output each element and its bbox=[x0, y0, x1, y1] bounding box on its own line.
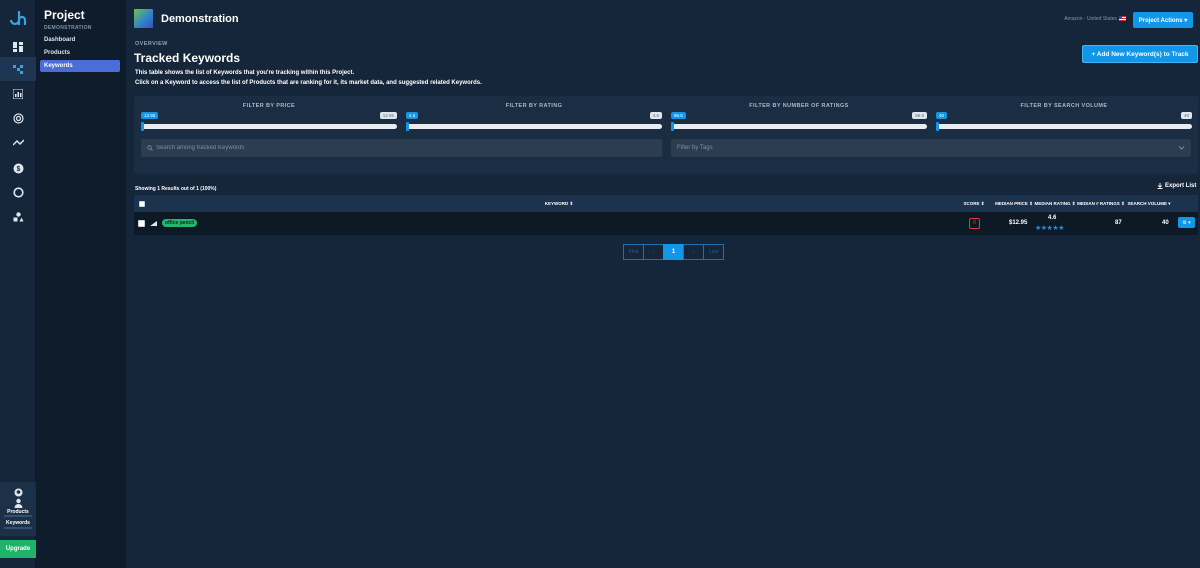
slider-track[interactable] bbox=[936, 124, 1192, 129]
page-title: Tracked Keywords bbox=[134, 51, 241, 65]
bar-chart-icon[interactable] bbox=[10, 86, 26, 102]
projects-icon[interactable] bbox=[0, 57, 36, 81]
ratings-count-filter: FILTER BY NUMBER OF RATINGS 86.5 86.5 bbox=[671, 96, 927, 136]
marketplace-indicator[interactable]: Amazon - United States bbox=[1064, 16, 1126, 22]
sidebar-title: Project bbox=[44, 8, 85, 22]
chevron-down-icon bbox=[1178, 146, 1185, 150]
slider-max-value: 86.5 bbox=[912, 112, 927, 119]
dashboard-icon[interactable] bbox=[10, 39, 26, 55]
slider-min-value: 86.5 bbox=[671, 112, 686, 119]
search-icon bbox=[147, 145, 153, 151]
results-count: Showing 1 Results out of 1 (100%) bbox=[135, 186, 217, 192]
keywords-usage-bar bbox=[4, 527, 32, 529]
add-keywords-button[interactable]: + Add New Keyword(s) to Track bbox=[1082, 45, 1198, 63]
project-thumbnail bbox=[134, 9, 153, 28]
marketplace-label: Amazon - United States bbox=[1064, 16, 1117, 22]
median-price-cell: $12.95 bbox=[1009, 220, 1028, 226]
tags-select[interactable]: Filter by Tags bbox=[671, 139, 1191, 157]
rating-stars: ★★★★★ bbox=[1035, 225, 1064, 232]
slider-max-value: 4.6 bbox=[649, 112, 662, 119]
sidebar-item-dashboard[interactable]: Dashboard bbox=[40, 34, 120, 46]
project-name: Demonstration bbox=[161, 13, 239, 25]
circle-icon[interactable] bbox=[10, 184, 26, 200]
page-first-button[interactable]: First bbox=[623, 244, 644, 260]
col-median-ratings[interactable]: MEDIAN # RATINGS ⇕ bbox=[1076, 195, 1126, 212]
slider-min-value: 12.95 bbox=[141, 112, 159, 119]
keyword-badge[interactable]: office pencil bbox=[162, 219, 198, 227]
median-rating-cell: 4.6 bbox=[1048, 215, 1057, 221]
col-keyword[interactable]: KEYWORD ⇕ bbox=[514, 195, 604, 212]
slider-handle[interactable] bbox=[141, 122, 144, 131]
slider-track[interactable] bbox=[406, 124, 662, 129]
table-row[interactable]: office pencil 0 $12.95 4.6 ★★★★★ 87 40 ⚙… bbox=[134, 212, 1198, 235]
description-line-1: This table shows the list of Keywords th… bbox=[135, 70, 355, 76]
pagination: First ‹ 1 › Last bbox=[623, 244, 724, 260]
export-list-button[interactable]: Export List bbox=[1157, 183, 1196, 189]
sidebar-subtitle: DEMONSTRATION bbox=[44, 25, 92, 31]
tags-placeholder: Filter by Tags bbox=[677, 145, 713, 151]
icon-rail: $ Products Keywords Upgrade bbox=[0, 0, 36, 568]
filter-label: FILTER BY RATING bbox=[505, 103, 563, 109]
rail-keywords-label: Keywords bbox=[6, 520, 30, 526]
slider-min-value: 40 bbox=[936, 112, 948, 119]
overview-label: OVERVIEW bbox=[135, 41, 168, 47]
slider-track[interactable] bbox=[671, 124, 927, 129]
table-header: KEYWORD ⇕ SCORE ⇕ MEDIAN PRICE ⇕ MEDIAN … bbox=[134, 195, 1198, 212]
col-search-volume[interactable]: SEARCH VOLUME ▾ bbox=[1124, 195, 1174, 212]
description-line-2: Click on a Keyword to access the list of… bbox=[135, 80, 482, 86]
project-actions-button[interactable]: Project Actions ▾ bbox=[1133, 12, 1193, 28]
logo-icon[interactable] bbox=[9, 9, 27, 27]
slider-max-value: 12.95 bbox=[379, 112, 397, 119]
search-volume-filter: FILTER BY SEARCH VOLUME 40 40 bbox=[936, 96, 1192, 136]
top-header: Demonstration Amazon - United States Pro… bbox=[126, 0, 1200, 36]
us-flag-icon bbox=[1119, 16, 1126, 22]
sidebar-item-keywords[interactable]: Keywords bbox=[40, 60, 120, 72]
signal-icon bbox=[150, 221, 157, 226]
dollar-icon[interactable]: $ bbox=[10, 160, 26, 176]
rating-filter: FILTER BY RATING 4.6 4.6 bbox=[406, 96, 662, 136]
row-checkbox[interactable] bbox=[138, 220, 145, 227]
slider-handle[interactable] bbox=[936, 122, 939, 131]
slider-track[interactable] bbox=[141, 124, 397, 129]
page-last-button[interactable]: Last bbox=[703, 244, 724, 260]
page-prev-button[interactable]: ‹ bbox=[643, 244, 664, 260]
sidebar-item-products[interactable]: Products bbox=[40, 47, 120, 59]
median-ratings-cell: 87 bbox=[1115, 220, 1122, 226]
filter-label: FILTER BY PRICE bbox=[242, 103, 296, 109]
slider-max-value: 40 bbox=[1180, 112, 1192, 119]
filter-panel: FILTER BY PRICE 12.95 12.95 FILTER BY RA… bbox=[134, 96, 1198, 174]
keywords-table: KEYWORD ⇕ SCORE ⇕ MEDIAN PRICE ⇕ MEDIAN … bbox=[134, 195, 1198, 235]
slider-handle[interactable] bbox=[671, 122, 674, 131]
export-label: Export List bbox=[1165, 183, 1197, 189]
filter-label: FILTER BY SEARCH VOLUME bbox=[1020, 103, 1108, 109]
filter-label: FILTER BY NUMBER OF RATINGS bbox=[749, 103, 849, 109]
col-median-rating[interactable]: MEDIAN RATING ⇕ bbox=[1030, 195, 1080, 212]
search-input[interactable] bbox=[156, 140, 656, 156]
page-current-button[interactable]: 1 bbox=[663, 244, 684, 260]
price-filter: FILTER BY PRICE 12.95 12.95 bbox=[141, 96, 397, 136]
col-score[interactable]: SCORE ⇕ bbox=[954, 195, 994, 212]
slider-handle[interactable] bbox=[406, 122, 409, 131]
trend-icon[interactable] bbox=[10, 135, 26, 151]
row-actions-button[interactable]: ⚙ ▾ bbox=[1178, 217, 1195, 228]
slider-min-value: 4.6 bbox=[406, 112, 419, 119]
upgrade-button[interactable]: Upgrade bbox=[0, 540, 36, 558]
page-next-button[interactable]: › bbox=[683, 244, 704, 260]
target-icon[interactable] bbox=[10, 110, 26, 126]
shapes-icon[interactable] bbox=[10, 209, 26, 225]
svg-text:$: $ bbox=[16, 166, 20, 173]
select-all-checkbox[interactable] bbox=[139, 201, 145, 207]
search-volume-cell: 40 bbox=[1162, 220, 1169, 226]
products-usage-bar bbox=[4, 515, 32, 517]
download-icon bbox=[1157, 183, 1163, 189]
score-badge: 0 bbox=[969, 218, 980, 229]
project-sidebar: Project DEMONSTRATION Dashboard Products… bbox=[36, 0, 126, 568]
